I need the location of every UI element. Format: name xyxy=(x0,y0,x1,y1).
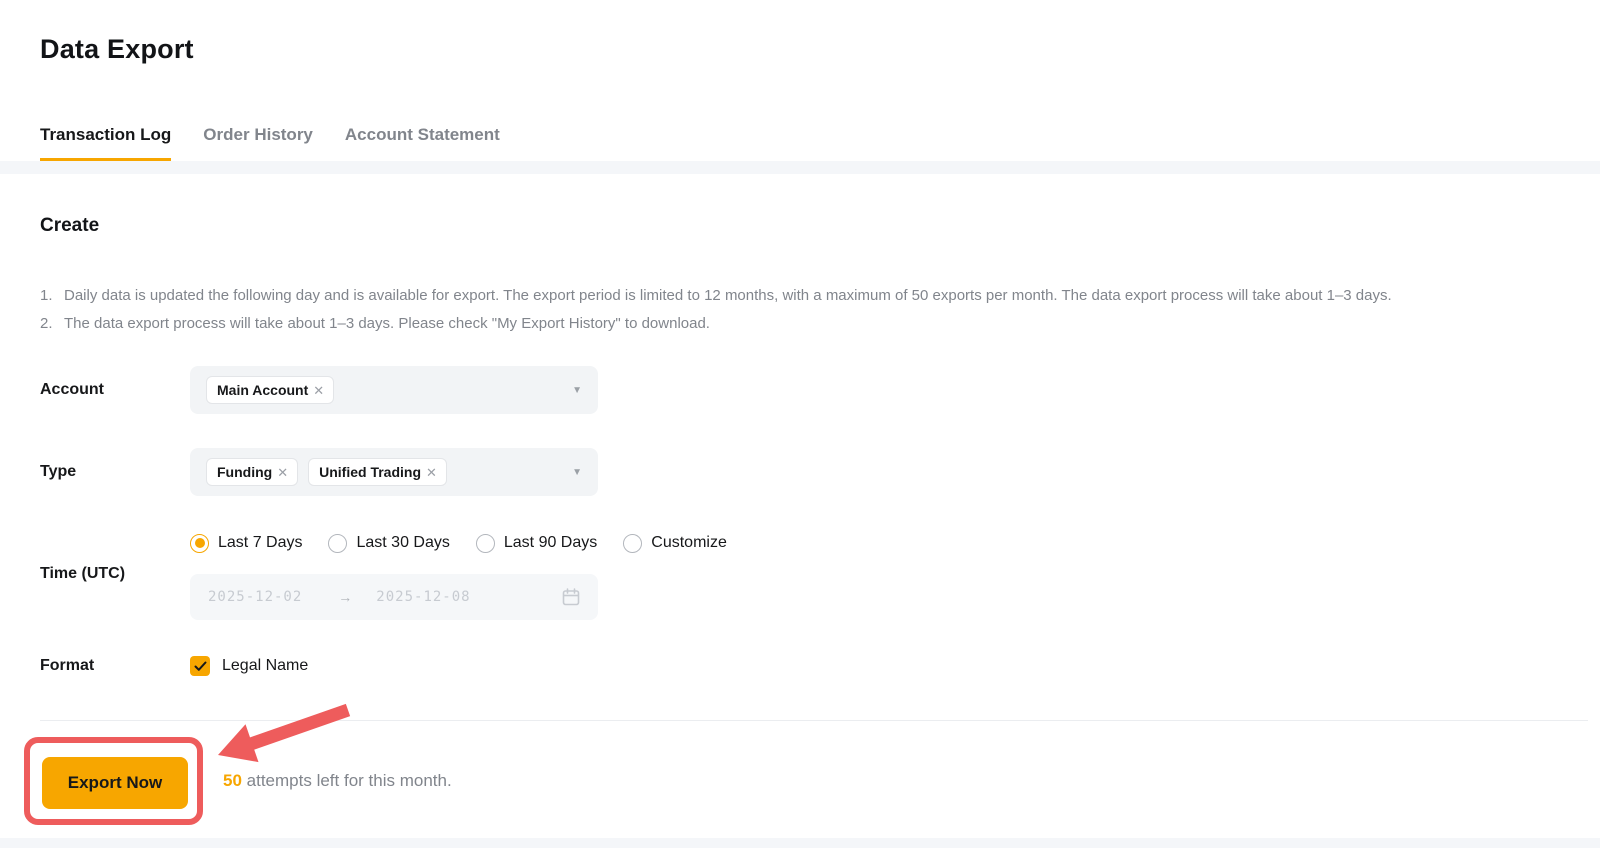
account-label: Account xyxy=(40,381,190,399)
date-start-value[interactable]: 2025-12-02 xyxy=(208,589,302,605)
account-row: Account Main Account ✕ ▼ xyxy=(40,366,1560,414)
radio-circle[interactable] xyxy=(328,534,347,553)
attempts-count: 50 xyxy=(223,771,242,790)
note-number: 2. xyxy=(40,310,64,338)
type-tag-unified-trading: Unified Trading ✕ xyxy=(308,458,447,486)
radio-circle[interactable] xyxy=(476,534,495,553)
note-number: 1. xyxy=(40,282,64,310)
radio-customize[interactable]: Customize xyxy=(623,534,727,553)
radio-label: Customize xyxy=(651,534,727,552)
tag-label: Unified Trading xyxy=(319,464,421,480)
radio-last-90-days[interactable]: Last 90 Days xyxy=(476,534,597,553)
create-heading: Create xyxy=(40,214,1560,238)
chevron-down-icon: ▼ xyxy=(572,467,582,478)
page-header: Data Export Transaction Log Order Histor… xyxy=(0,0,1600,161)
remove-tag-icon[interactable]: ✕ xyxy=(275,464,290,481)
radio-label: Last 90 Days xyxy=(504,534,597,552)
remove-tag-icon[interactable]: ✕ xyxy=(424,464,439,481)
type-tag-funding: Funding ✕ xyxy=(206,458,298,486)
radio-circle[interactable] xyxy=(623,534,642,553)
format-label: Format xyxy=(40,657,190,675)
section-separator xyxy=(0,161,1600,174)
legal-name-checkbox[interactable] xyxy=(190,656,210,676)
tab-order-history[interactable]: Order History xyxy=(203,124,313,161)
time-controls: Last 7 Days Last 30 Days Last 90 Days Cu… xyxy=(190,528,727,620)
export-notes: 1. Daily data is updated the following d… xyxy=(40,282,1560,338)
date-end-value[interactable]: 2025-12-08 xyxy=(376,589,470,605)
time-label: Time (UTC) xyxy=(40,565,190,583)
note-text: The data export process will take about … xyxy=(64,310,710,338)
divider xyxy=(40,720,1588,721)
remove-tag-icon[interactable]: ✕ xyxy=(311,382,326,399)
tag-label: Funding xyxy=(217,464,272,480)
tag-label: Main Account xyxy=(217,382,308,398)
calendar-icon[interactable] xyxy=(562,588,580,606)
legal-name-checkbox-label: Legal Name xyxy=(222,657,308,675)
export-footer: Export Now 50 attempts left for this mon… xyxy=(40,737,1560,825)
type-select[interactable]: Funding ✕ Unified Trading ✕ ▼ xyxy=(190,448,598,496)
radio-last-30-days[interactable]: Last 30 Days xyxy=(328,534,449,553)
create-panel: Create 1. Daily data is updated the foll… xyxy=(0,214,1600,825)
type-row: Type Funding ✕ Unified Trading ✕ ▼ xyxy=(40,448,1560,496)
tab-account-statement[interactable]: Account Statement xyxy=(345,124,500,161)
attempts-label: attempts left for this month. xyxy=(247,771,452,790)
export-now-button[interactable]: Export Now xyxy=(42,757,188,809)
note-text: Daily data is updated the following day … xyxy=(64,282,1392,310)
radio-label: Last 30 Days xyxy=(356,534,449,552)
note-item: 2. The data export process will take abo… xyxy=(40,310,1560,338)
time-row: Time (UTC) Last 7 Days Last 30 Days Last… xyxy=(40,528,1560,620)
time-radio-group: Last 7 Days Last 30 Days Last 90 Days Cu… xyxy=(190,528,727,558)
radio-circle[interactable] xyxy=(190,534,209,553)
format-row: Format Legal Name xyxy=(40,656,1560,676)
date-range-input[interactable]: 2025-12-02 → 2025-12-08 xyxy=(190,574,598,620)
note-item: 1. Daily data is updated the following d… xyxy=(40,282,1560,310)
account-tag-main-account: Main Account ✕ xyxy=(206,376,334,404)
bottom-separator xyxy=(0,838,1600,848)
radio-last-7-days[interactable]: Last 7 Days xyxy=(190,534,302,553)
tab-bar: Transaction Log Order History Account St… xyxy=(40,124,1560,161)
chevron-down-icon: ▼ xyxy=(572,385,582,396)
attempts-remaining-text: 50 attempts left for this month. xyxy=(223,771,452,791)
page-title: Data Export xyxy=(40,32,1560,66)
radio-label: Last 7 Days xyxy=(218,534,302,552)
arrow-right-icon: → xyxy=(338,589,352,605)
account-select[interactable]: Main Account ✕ ▼ xyxy=(190,366,598,414)
type-label: Type xyxy=(40,463,190,481)
annotation-highlight-box: Export Now xyxy=(24,737,203,825)
tab-transaction-log[interactable]: Transaction Log xyxy=(40,124,171,161)
